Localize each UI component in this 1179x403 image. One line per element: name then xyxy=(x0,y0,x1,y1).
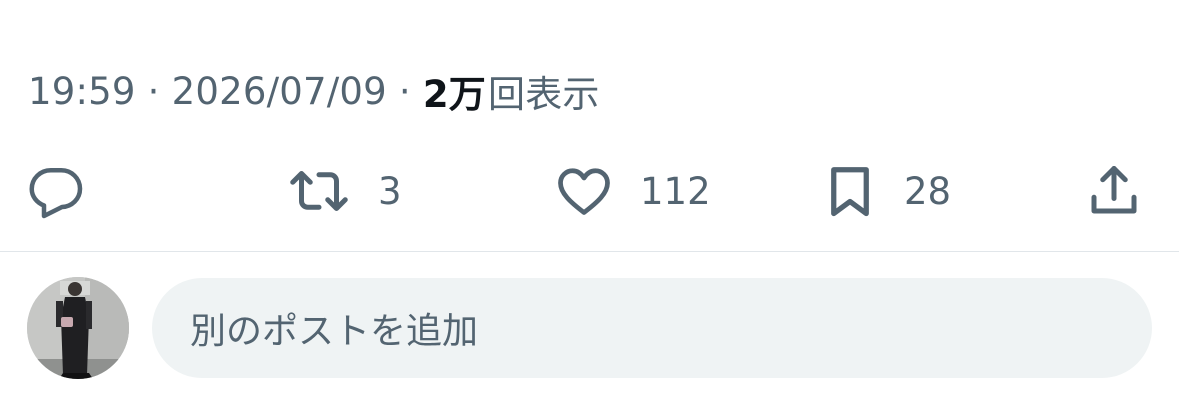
repost-count: 3 xyxy=(378,169,402,213)
user-photo-icon xyxy=(27,277,129,379)
share-button[interactable] xyxy=(1084,158,1144,224)
post-time: 19:59 xyxy=(28,69,136,113)
add-post-placeholder: 別のポストを追加 xyxy=(190,311,479,352)
separator-dot: · xyxy=(147,69,160,113)
post-action-bar: 3 112 28 xyxy=(0,158,1179,224)
like-button[interactable]: 112 xyxy=(554,158,711,224)
divider xyxy=(0,251,1179,252)
avatar[interactable] xyxy=(27,277,129,379)
bookmark-count: 28 xyxy=(904,169,952,213)
heart-icon xyxy=(558,168,610,215)
post-date: 2026/07/09 xyxy=(171,69,387,113)
like-count: 112 xyxy=(640,169,711,213)
repost-button[interactable]: 3 xyxy=(286,158,402,224)
share-icon xyxy=(1091,166,1137,214)
add-post-input[interactable]: 別のポストを追加 xyxy=(152,278,1152,378)
reply-button[interactable] xyxy=(26,158,86,224)
bookmark-icon xyxy=(831,167,869,217)
repost-icon xyxy=(290,171,348,211)
bookmark-button[interactable]: 28 xyxy=(822,158,951,224)
reply-icon xyxy=(29,168,83,219)
separator-dot: · xyxy=(398,69,411,113)
post-meta: 19:59 · 2026/07/09 · 2万 回表示 xyxy=(28,64,600,118)
view-count[interactable]: 2万 xyxy=(423,64,486,118)
view-count-label[interactable]: 回表示 xyxy=(488,64,600,118)
